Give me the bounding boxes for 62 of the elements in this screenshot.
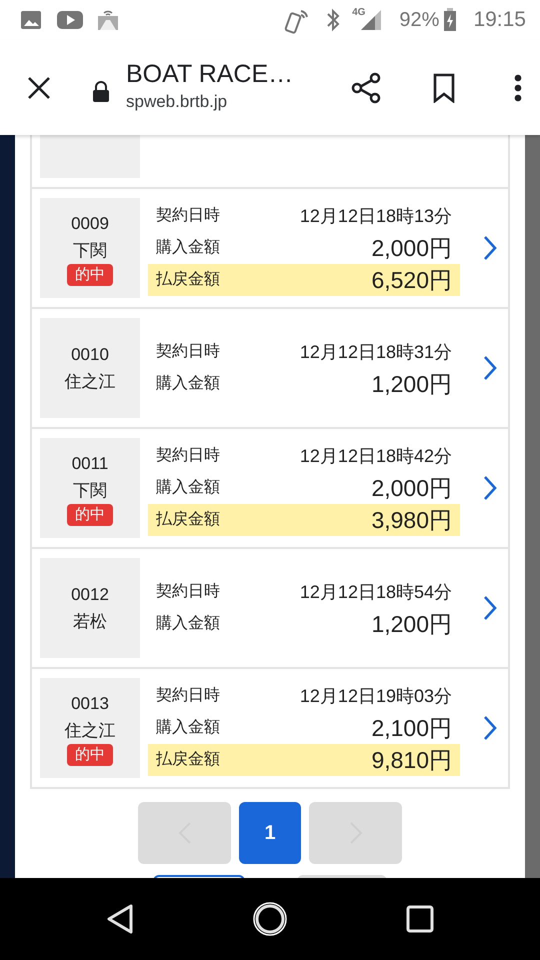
clock: 19:15	[473, 7, 526, 34]
field-value: 6,520円	[371, 266, 452, 295]
page-title: BOAT RACE…	[126, 61, 294, 88]
field-label: 購入金額	[156, 614, 220, 634]
lock-icon	[92, 80, 110, 102]
field-label: 契約日時	[156, 446, 220, 466]
menu-icon[interactable]	[514, 74, 522, 102]
field-label: 払戻金額	[156, 270, 220, 290]
page-url: spweb.brtb.jp	[126, 90, 228, 112]
page-button[interactable]: 1	[239, 802, 301, 864]
venue-name: 若松	[73, 611, 107, 633]
field-value: 1,200円	[371, 610, 452, 639]
field-value: 2,000円	[371, 234, 452, 263]
field-value: 1,200円	[371, 370, 452, 399]
field-label: 購入金額	[156, 478, 220, 498]
field-label: 契約日時	[156, 206, 220, 226]
bookmark-icon[interactable]	[432, 72, 456, 102]
hit-badge: 的中	[67, 504, 113, 526]
field-value: 3,980円	[371, 506, 452, 535]
field-value: 12月12日19時03分	[300, 684, 452, 708]
chevron-right-icon[interactable]	[482, 475, 498, 501]
gallery-icon	[20, 9, 42, 31]
field-label: 払戻金額	[156, 510, 220, 530]
ticket-number: 0009	[71, 212, 109, 235]
road-screen-icon	[96, 8, 120, 32]
field-label: 契約日時	[156, 686, 220, 706]
venue-name: 下関	[73, 240, 107, 262]
field-label: 契約日時	[156, 582, 220, 602]
ticket-number: 0011	[72, 452, 108, 475]
field-value: 12月12日18時31分	[300, 340, 452, 364]
field-value: 2,000円	[371, 474, 452, 503]
field-value: 12月12日18時13分	[300, 204, 452, 228]
hit-badge: 的中	[67, 264, 113, 286]
field-label: 契約日時	[156, 342, 220, 362]
battery-icon	[443, 8, 458, 32]
field-value: 9,810円	[371, 746, 452, 775]
close-icon[interactable]	[26, 74, 52, 100]
chevron-right-icon[interactable]	[482, 355, 498, 381]
field-label: 購入金額	[156, 718, 220, 738]
venue-name: 住之江	[64, 371, 116, 393]
ticket-number: 0010	[71, 344, 109, 366]
field-value: 2,100円	[371, 714, 452, 743]
venue-name: 住之江	[64, 720, 116, 742]
network-label: 4G	[352, 6, 366, 20]
ticket-number: 0013	[71, 692, 109, 715]
field-label: 購入金額	[156, 238, 220, 258]
field-value: 12月12日18時54分	[300, 580, 452, 604]
ticket-number: 0012	[71, 584, 109, 606]
hit-badge: 的中	[67, 744, 113, 766]
home-icon[interactable]	[250, 900, 289, 938]
field-label: 払戻金額	[156, 750, 220, 770]
battery-level: 92%	[399, 8, 440, 33]
field-value: 12月12日18時42分	[300, 444, 452, 468]
chevron-right-icon[interactable]	[482, 235, 498, 261]
chevron-right-icon[interactable]	[482, 595, 498, 621]
recents-icon[interactable]	[406, 905, 434, 933]
chevron-right-icon[interactable]	[482, 715, 498, 741]
field-label: 購入金額	[156, 374, 220, 394]
back-icon[interactable]	[106, 903, 134, 935]
share-icon[interactable]	[350, 72, 382, 104]
play-icon	[56, 9, 84, 31]
venue-name: 下関	[73, 480, 107, 502]
